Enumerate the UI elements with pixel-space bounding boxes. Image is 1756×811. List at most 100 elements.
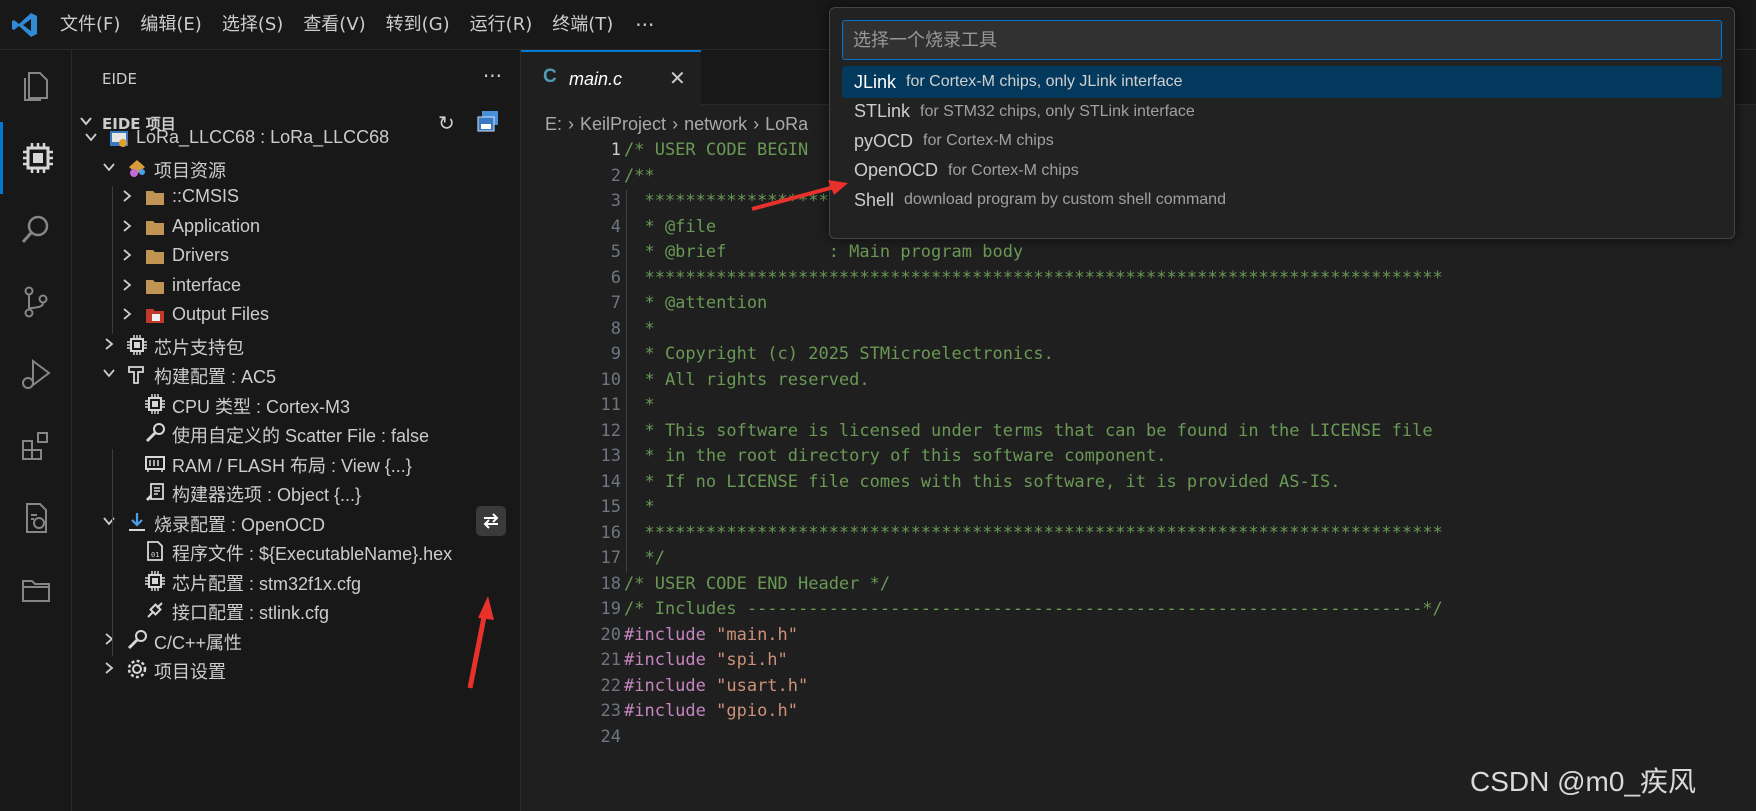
quick-pick-description: for STM32 chips, only STLink interface xyxy=(920,102,1195,120)
tree-item[interactable]: LoRa_LLCC68 : LoRa_LLCC68 xyxy=(72,121,521,154)
menu-item[interactable]: 转到(G) xyxy=(376,0,460,50)
eide-sidebar: EIDE ··· EIDE 项目 ↻ LoRa_LLCC68 : LoRa_LL… xyxy=(72,50,521,811)
tree-item[interactable]: 芯片配置 : stm32f1x.cfg xyxy=(72,564,521,597)
chevron-right-icon[interactable] xyxy=(102,632,116,646)
tree-item[interactable]: 构建器选项 : Object {...} xyxy=(72,475,521,508)
resources-icon xyxy=(129,159,145,177)
quick-pick-item[interactable]: JLink for Cortex-M chips, only JLink inte… xyxy=(842,66,1722,98)
remote-icon[interactable] xyxy=(0,482,72,554)
menu-item[interactable]: 文件(F) xyxy=(50,0,130,50)
tree-item[interactable]: 接口配置 : stlink.cfg xyxy=(72,593,521,626)
code-token: #include xyxy=(624,650,717,670)
tree-item[interactable]: RAM / FLASH 布局 : View {...} xyxy=(72,446,521,479)
chevron-right-icon[interactable] xyxy=(120,189,134,203)
code-line: /* USER CODE BEGIN xyxy=(624,136,808,164)
menu-item[interactable]: 选择(S) xyxy=(212,0,293,50)
chip-icon xyxy=(127,334,147,355)
chevron-down-icon[interactable] xyxy=(102,366,116,380)
code-token: "spi.h" xyxy=(716,650,788,670)
chevron-right-icon[interactable] xyxy=(120,278,134,292)
menu-item[interactable]: 编辑(E) xyxy=(130,0,211,50)
vscode-logo-icon xyxy=(0,0,50,50)
menu-item[interactable]: 运行(R) xyxy=(460,0,543,50)
source-control-icon[interactable] xyxy=(0,266,72,338)
code-line: #include "main.h" xyxy=(624,621,798,649)
line-number: 15 xyxy=(600,497,621,517)
line-number: 9 xyxy=(610,344,621,364)
tree-item[interactable]: Drivers xyxy=(72,239,521,272)
run-debug-icon[interactable] xyxy=(0,338,72,410)
tree-item[interactable]: 芯片支持包 xyxy=(72,328,521,361)
tree-item-label: Output Files xyxy=(172,304,270,324)
tree-item[interactable]: Output Files xyxy=(72,298,521,331)
quick-pick-item[interactable]: STLink for STM32 chips, only STLink inter… xyxy=(842,96,1722,128)
tab-main-c[interactable]: C main.c ✕ xyxy=(521,50,701,105)
binary-file-icon: 01 xyxy=(147,541,163,561)
tree-item[interactable]: 01 程序文件 : ${ExecutableName}.hex xyxy=(72,534,521,567)
switch-flasher-button[interactable] xyxy=(476,505,506,536)
close-icon[interactable]: ✕ xyxy=(669,66,686,90)
code-token: * @brief : Main program body xyxy=(624,242,1024,262)
tree-item[interactable]: 构建配置 : AC5 xyxy=(72,357,521,390)
plug-icon xyxy=(147,602,163,618)
breadcrumb-item[interactable]: E: xyxy=(545,114,562,135)
chevron-right-icon[interactable] xyxy=(120,219,134,233)
tree-item[interactable]: ::CMSIS xyxy=(72,180,521,213)
code-token: * @attention xyxy=(624,293,768,313)
tree-item-label: Drivers xyxy=(172,245,229,265)
chevron-right-icon[interactable] xyxy=(102,661,116,675)
chevron-right-icon[interactable] xyxy=(120,248,134,262)
quick-pick-item[interactable]: OpenOCD for Cortex-M chips xyxy=(842,155,1722,187)
line-number: 12 xyxy=(600,420,621,441)
folder-icon xyxy=(146,191,164,205)
search-icon[interactable] xyxy=(0,194,72,266)
eide-chip-icon[interactable] xyxy=(0,122,72,194)
extensions-icon[interactable] xyxy=(0,410,72,482)
breadcrumb-item[interactable]: KeilProject xyxy=(580,114,666,135)
chevron-right-icon[interactable] xyxy=(120,307,134,321)
code-line: */ xyxy=(624,544,664,572)
tree-item-label: 烧录配置 : OpenOCD xyxy=(154,514,326,535)
chevron-down-icon[interactable] xyxy=(84,130,98,144)
code-token: "usart.h" xyxy=(716,675,809,696)
line-number: 6 xyxy=(610,267,621,288)
code-line: * All rights reserved. xyxy=(624,366,869,394)
chevron-down-icon[interactable] xyxy=(102,514,116,528)
breadcrumb-item[interactable]: LoRa xyxy=(765,114,808,135)
quick-pick-item[interactable]: pyOCD for Cortex-M chips xyxy=(842,125,1722,157)
quick-pick-description: download program by custom shell command xyxy=(904,191,1226,208)
tree-item[interactable]: 项目资源 xyxy=(72,151,521,184)
explorer-icon[interactable] xyxy=(0,50,72,122)
download-icon xyxy=(129,512,145,531)
chip-icon xyxy=(145,570,165,591)
quick-pick-item[interactable]: Shell download program by custom shell co… xyxy=(842,184,1722,216)
tree-item[interactable]: Application xyxy=(72,210,521,243)
breadcrumb-separator-icon: › xyxy=(672,113,679,134)
line-number: 20 xyxy=(600,624,621,645)
sidebar-more-icon[interactable]: ··· xyxy=(483,64,502,88)
tree-item[interactable]: C/C++属性 xyxy=(72,623,521,656)
folder-icon xyxy=(146,220,164,235)
tree-item-label: 芯片支持包 xyxy=(154,337,244,358)
folders-icon[interactable] xyxy=(0,554,72,626)
tree-item-label: 程序文件 : ${ExecutableName}.hex xyxy=(172,544,453,564)
line-number: 18 xyxy=(600,573,621,594)
line-number: 17 xyxy=(600,548,621,568)
tree-item[interactable]: 使用自定义的 Scatter File : false xyxy=(72,416,521,449)
menu-item[interactable]: 终端(T) xyxy=(542,0,623,50)
tree-item[interactable]: CPU 类型 : Cortex-M3 xyxy=(72,387,521,420)
chevron-down-icon[interactable] xyxy=(102,160,116,174)
quick-pick-input[interactable] xyxy=(842,20,1722,60)
code-token: #include xyxy=(624,701,717,721)
tree-item[interactable]: 烧录配置 : OpenOCD xyxy=(72,505,521,538)
tree-item-label: 构建配置 : AC5 xyxy=(154,367,277,387)
chevron-right-icon[interactable] xyxy=(102,337,116,351)
tree-item-label: 项目设置 xyxy=(154,662,226,682)
breadcrumb-item[interactable]: network xyxy=(684,114,747,135)
breadcrumb-separator-icon: › xyxy=(568,113,575,134)
tree-item[interactable]: 项目设置 xyxy=(72,652,521,685)
chip-icon xyxy=(145,393,165,414)
menu-more-icon[interactable]: ··· xyxy=(623,13,666,37)
tree-item[interactable]: interface xyxy=(72,269,521,302)
menu-item[interactable]: 查看(V) xyxy=(293,0,375,50)
